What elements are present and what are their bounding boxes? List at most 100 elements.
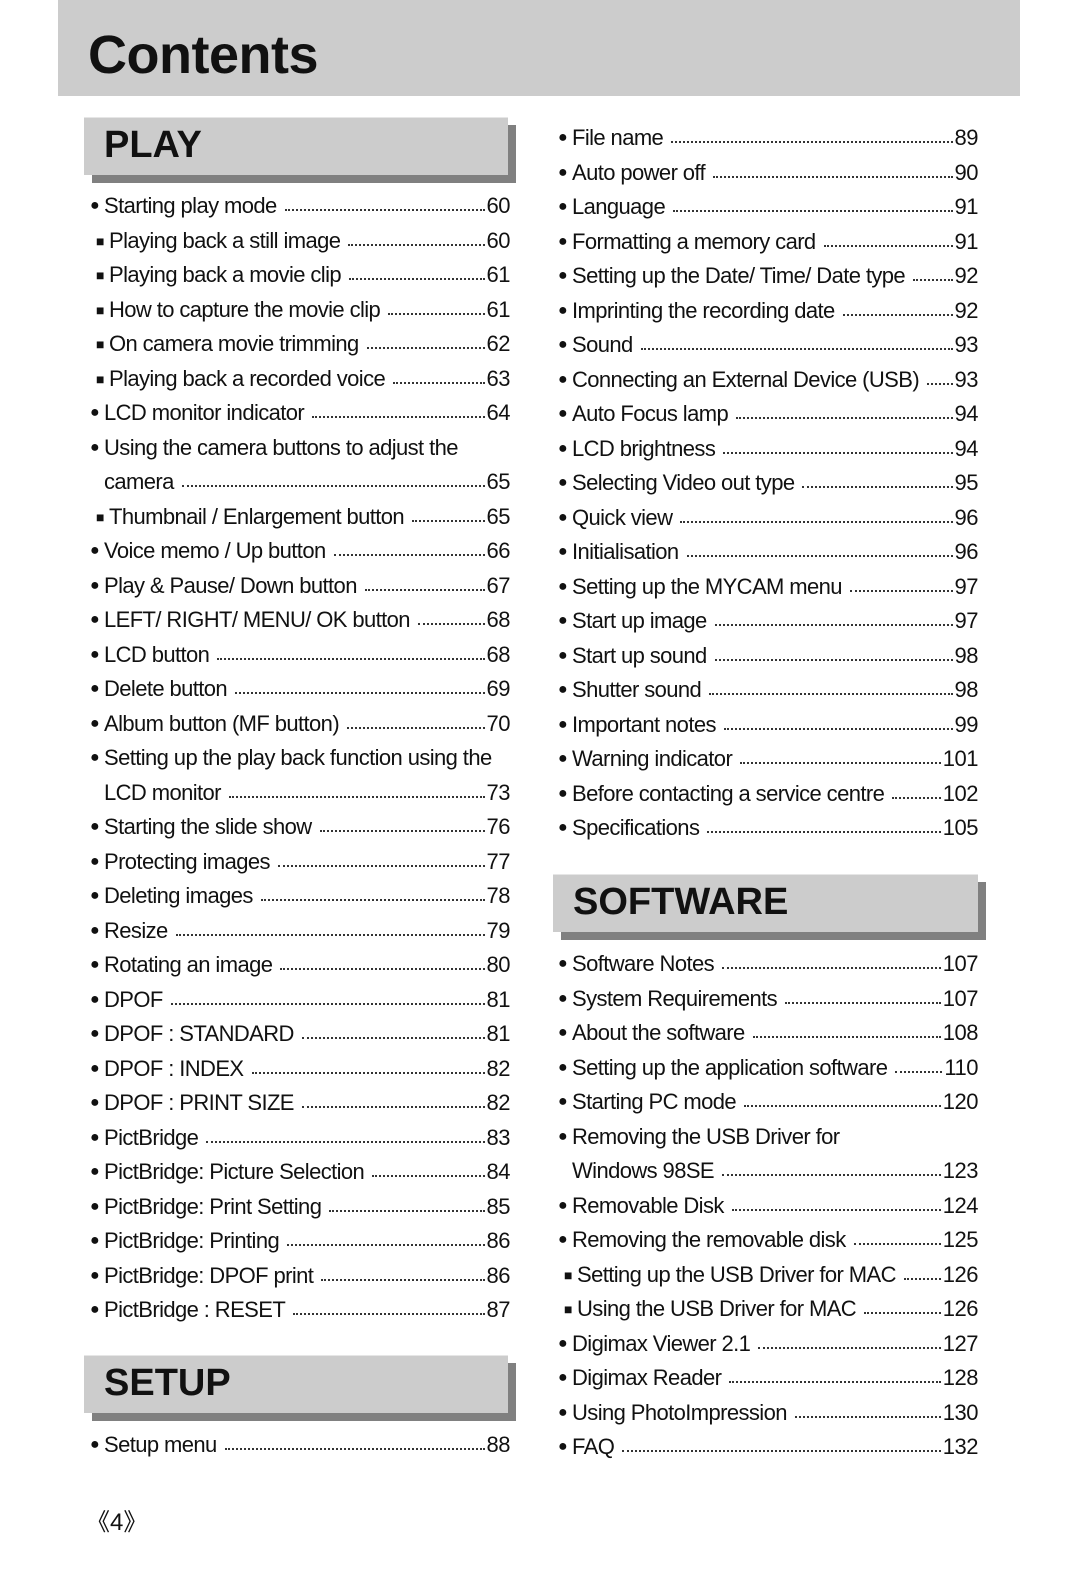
toc-entry[interactable]: ● FAQ 132 [558,1430,979,1465]
toc-entry[interactable]: ● Starting PC mode 120 [558,1085,979,1120]
toc-entry[interactable]: ■ Setting up the USB Driver for MAC 126 [558,1258,979,1293]
toc-entry[interactable]: ● DPOF 81 [90,983,511,1018]
toc-entry-title: Shutter sound [572,677,702,703]
round-bullet-icon: ● [90,818,100,836]
toc-entry[interactable]: ● DPOF : INDEX 82 [90,1052,511,1087]
toc-entry[interactable]: ● Shutter sound 98 [558,673,979,708]
toc-entry[interactable]: ● Initialisation 96 [558,535,979,570]
toc-entry[interactable]: ● Imprinting the recording date 92 [558,294,979,329]
round-bullet-icon: ● [558,784,568,802]
toc-entry[interactable]: ● Specifications 105 [558,811,979,846]
toc-entry[interactable]: ● Album button (MF button) 70 [90,707,511,742]
round-bullet-icon: ● [558,198,568,216]
toc-entry[interactable]: ● Sound 93 [558,328,979,363]
toc-entry[interactable]: ● Software Notes 107 [558,947,979,982]
round-bullet-icon: ● [558,301,568,319]
toc-entry[interactable]: ● Connecting an External Device (USB) 93 [558,363,979,398]
toc-entry[interactable]: ● Start up image 97 [558,604,979,639]
toc-entry[interactable]: ● Important notes 99 [558,708,979,743]
toc-entry-title: DPOF : STANDARD [104,1021,294,1047]
toc-entry[interactable]: ● Digimax Reader 128 [558,1361,979,1396]
toc-entry[interactable]: ● Formatting a memory card 91 [558,225,979,260]
toc-entry[interactable]: ● Quick view 96 [558,501,979,536]
toc-entry-page: 94 [954,435,979,461]
toc-entry[interactable]: ●LCD monitor73 [90,776,511,811]
toc-entry[interactable]: ● Removing the removable disk 125 [558,1223,979,1258]
toc-entry-page: 101 [942,746,979,772]
toc-entry[interactable]: ■ Playing back a still image 60 [90,224,511,259]
toc-entry[interactable]: ● Before contacting a service centre 102 [558,777,979,812]
toc-entry[interactable]: ● PictBridge: Printing 86 [90,1224,511,1259]
toc-entry[interactable]: ●Windows 98SE123 [558,1154,979,1189]
toc-entry[interactable]: ■ Playing back a recorded voice 63 [90,362,511,397]
toc-entry[interactable]: ● Warning indicator 101 [558,742,979,777]
toc-entry[interactable]: ● LCD monitor indicator 64 [90,396,511,431]
toc-entry-title: Resize [104,917,168,943]
toc-entry[interactable]: ● Removable Disk 124 [558,1189,979,1224]
toc-entry[interactable]: ● Rotating an image 80 [90,948,511,983]
toc-entry[interactable]: ● Play & Pause/ Down button 67 [90,569,511,604]
dot-leader [181,485,485,488]
toc-entry[interactable]: ● Removing the USB Driver for [558,1120,978,1155]
toc-entry[interactable]: ● PictBridge: Picture Selection 84 [90,1155,511,1190]
dot-leader [864,1312,941,1315]
toc-entry[interactable]: ● Using the camera buttons to adjust the [90,431,510,466]
toc-entry[interactable]: ● Voice memo / Up button 66 [90,534,511,569]
toc-entry[interactable]: ●camera65 [90,465,511,500]
toc-entry[interactable]: ■ How to capture the movie clip 61 [90,293,511,328]
toc-entry[interactable]: ● Selecting Video out type 95 [558,466,979,501]
toc-entry[interactable]: ● DPOF : STANDARD 81 [90,1017,511,1052]
toc-entry[interactable]: ● Language 91 [558,190,979,225]
round-bullet-icon: ● [90,1059,100,1077]
toc-entry[interactable]: ● PictBridge: Print Setting 85 [90,1190,511,1225]
toc-entry[interactable]: ● DPOF : PRINT SIZE 82 [90,1086,511,1121]
dot-leader [758,1346,941,1349]
toc-entry[interactable]: ■ Using the USB Driver for MAC 126 [558,1292,979,1327]
toc-entry[interactable]: ● LEFT/ RIGHT/ MENU/ OK button 68 [90,603,511,638]
toc-entry-title: Setting up the application software [572,1054,888,1080]
toc-entry[interactable]: ● About the software 108 [558,1016,979,1051]
toc-entry[interactable]: ● Setup menu 88 [90,1428,511,1463]
toc-entry-title: Auto Focus lamp [572,401,729,427]
round-bullet-icon: ● [558,715,568,733]
toc-entry[interactable]: ■ Playing back a movie clip 61 [90,258,511,293]
toc-entry[interactable]: ● Start up sound 98 [558,639,979,674]
toc-entry[interactable]: ● Protecting images 77 [90,845,511,880]
toc-entry-title: Setting up the USB Driver for MAC [577,1261,896,1287]
toc-entry[interactable]: ■ Thumbnail / Enlargement button 65 [90,500,511,535]
toc-entry-title: Starting play mode [104,193,277,219]
toc-entry[interactable]: ● Setting up the MYCAM menu 97 [558,570,979,605]
dot-leader [744,1105,941,1108]
toc-entry[interactable]: ● Setting up the application software 110 [558,1051,978,1086]
toc-entry[interactable]: ■ On camera movie trimming 62 [90,327,511,362]
toc-entry[interactable]: ● Resize 79 [90,914,511,949]
toc-entry-title: Quick view [572,504,673,530]
toc-entry-page: 76 [486,814,511,840]
toc-entry[interactable]: ● Setting up the play back function using… [90,741,510,776]
toc-entry[interactable]: ● Deleting images 78 [90,879,511,914]
toc-entry[interactable]: ● PictBridge: DPOF print 86 [90,1259,511,1294]
toc-entry-page: 120 [942,1089,979,1115]
toc-entry[interactable]: ● Starting play mode 60 [90,189,511,224]
toc-entry-page: 85 [486,1193,511,1219]
round-bullet-icon: ● [558,508,568,526]
toc-entry[interactable]: ● Setting up the Date/ Time/ Date type 92 [558,259,979,294]
toc-entry[interactable]: ● PictBridge 83 [90,1121,511,1156]
toc-entry[interactable]: ● Starting the slide show 76 [90,810,511,845]
toc-entry[interactable]: ● File name 89 [558,121,979,156]
toc-entry[interactable]: ● Digimax Viewer 2.1 127 [558,1327,979,1362]
toc-entry[interactable]: ● Using PhotoImpression 130 [558,1396,979,1431]
dot-leader [217,657,485,660]
toc-entry[interactable]: ● System Requirements 107 [558,982,979,1017]
round-bullet-icon: ● [558,1403,568,1421]
toc-entry[interactable]: ● Delete button 69 [90,672,511,707]
round-bullet-icon: ● [558,163,568,181]
toc-entry[interactable]: ● Auto power off 90 [558,156,979,191]
square-bullet-icon: ■ [564,1266,573,1283]
dot-leader [312,416,485,419]
toc-entry[interactable]: ● LCD button 68 [90,638,511,673]
toc-entry[interactable]: ● PictBridge : RESET 87 [90,1293,511,1328]
toc-entry[interactable]: ● LCD brightness 94 [558,432,979,467]
toc-entry[interactable]: ● Auto Focus lamp 94 [558,397,979,432]
toc-entry-page: 63 [486,365,511,391]
